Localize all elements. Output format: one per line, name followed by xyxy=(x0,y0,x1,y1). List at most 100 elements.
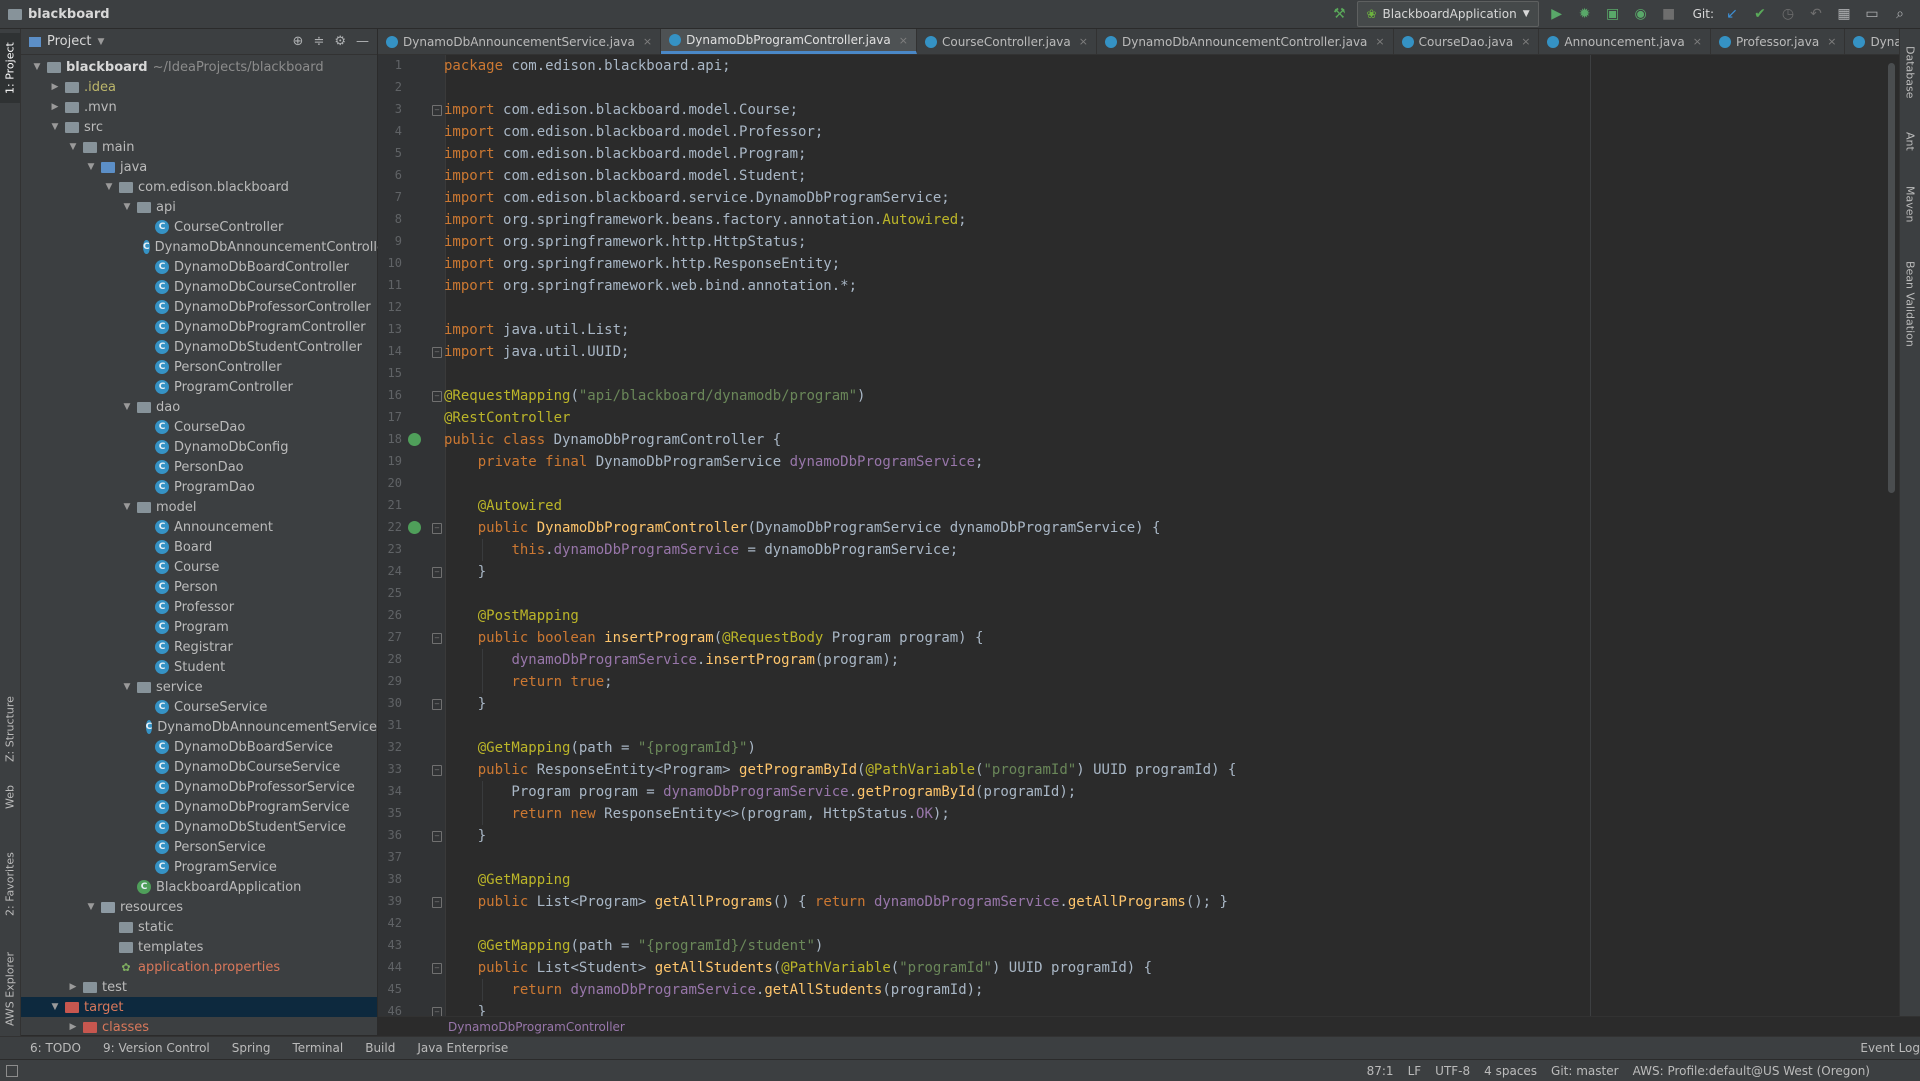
chevron-down-icon[interactable]: ▼ xyxy=(97,37,104,47)
fold-marker-icon[interactable]: − xyxy=(432,105,442,116)
git-commit-icon[interactable]: ✔ xyxy=(1750,4,1770,24)
tree-item[interactable]: ▼ com.edison.blackboard xyxy=(21,177,377,197)
tree-item[interactable]: C Student xyxy=(21,657,377,677)
collapsed-arrow-icon[interactable]: ▶ xyxy=(67,982,79,992)
web-tool-tab[interactable]: Web xyxy=(0,777,20,817)
code-line[interactable]: @GetMapping xyxy=(444,869,571,891)
file-encoding[interactable]: UTF-8 xyxy=(1435,1064,1470,1078)
git-update-icon[interactable]: ↙ xyxy=(1722,4,1742,24)
tree-item[interactable]: C DynamoDbProgramService xyxy=(21,797,377,817)
fold-marker-icon[interactable]: − xyxy=(432,523,442,534)
project-breadcrumb[interactable]: blackboard xyxy=(0,7,110,22)
expanded-arrow-icon[interactable]: ▼ xyxy=(121,202,133,212)
fold-marker-icon[interactable]: − xyxy=(432,567,442,578)
aws-explorer-tool-tab[interactable]: AWS Explorer xyxy=(0,939,20,1039)
tree-item[interactable]: ▶ classes xyxy=(21,1017,377,1037)
gear-icon[interactable]: ⚙ xyxy=(334,34,346,49)
tree-item[interactable]: C ProgramService xyxy=(21,857,377,877)
expanded-arrow-icon[interactable]: ▼ xyxy=(121,502,133,512)
run-icon[interactable]: ▶ xyxy=(1547,4,1567,24)
tree-item[interactable]: C DynamoDbConfig xyxy=(21,437,377,457)
indent-setting[interactable]: 4 spaces xyxy=(1484,1064,1537,1078)
code-line[interactable]: @PostMapping xyxy=(444,605,579,627)
fold-marker-icon[interactable]: − xyxy=(432,391,442,402)
code-line[interactable]: import org.springframework.web.bind.anno… xyxy=(444,275,857,297)
close-icon[interactable]: × xyxy=(1079,35,1088,48)
build-tool-button[interactable]: Build xyxy=(365,1041,395,1055)
tree-item[interactable]: C Course xyxy=(21,557,377,577)
code-line[interactable]: public ResponseEntity<Program> getProgra… xyxy=(444,759,1237,781)
editor-breadcrumb[interactable]: DynamoDbProgramController xyxy=(378,1016,1920,1037)
code-line[interactable]: dynamoDbProgramService.insertProgram(pro… xyxy=(444,649,899,671)
cursor-position[interactable]: 87:1 xyxy=(1367,1064,1394,1078)
expanded-arrow-icon[interactable]: ▼ xyxy=(49,122,61,132)
tree-item[interactable]: C DynamoDbProgramController xyxy=(21,317,377,337)
tree-item[interactable]: C DynamoDbCourseService xyxy=(21,757,377,777)
editor-tab[interactable]: Professor.java × xyxy=(1711,29,1846,54)
editor-tab[interactable]: CourseDao.java × xyxy=(1394,29,1540,54)
git-history-icon[interactable]: ◷ xyxy=(1778,4,1798,24)
project-tool-tab[interactable]: 1: Project xyxy=(0,33,20,103)
tree-item[interactable]: ✿ application.properties xyxy=(21,957,377,977)
tree-item[interactable]: C Program xyxy=(21,617,377,637)
code-line[interactable]: Program program = dynamoDbProgramService… xyxy=(444,781,1076,803)
fold-marker-icon[interactable]: − xyxy=(432,831,442,842)
spring-tool-button[interactable]: Spring xyxy=(232,1041,271,1055)
ant-tool-tab[interactable]: Ant xyxy=(1900,121,1920,161)
tree-item[interactable]: ▼ java xyxy=(21,157,377,177)
code-line[interactable]: } xyxy=(444,693,486,715)
editor-tab[interactable]: DynamoDbAnnouncementService.java × xyxy=(378,29,662,54)
java-enterprise-tool-button[interactable]: Java Enterprise xyxy=(417,1041,508,1055)
bean-validation-tool-tab[interactable]: Bean Validation xyxy=(1900,249,1920,359)
expanded-arrow-icon[interactable]: ▼ xyxy=(31,62,43,72)
maven-tool-tab[interactable]: Maven xyxy=(1900,174,1920,234)
tree-item[interactable]: templates xyxy=(21,937,377,957)
tree-item[interactable]: C CourseService xyxy=(21,697,377,717)
tree-item[interactable]: C DynamoDbBoardController xyxy=(21,257,377,277)
aws-profile[interactable]: AWS: Profile:default@US West (Oregon) xyxy=(1633,1064,1870,1078)
tree-item[interactable]: ▼ target xyxy=(21,997,377,1017)
status-toggle-icon[interactable] xyxy=(6,1064,18,1077)
close-icon[interactable]: × xyxy=(1693,35,1702,48)
tree-item[interactable]: C PersonService xyxy=(21,837,377,857)
code-line[interactable]: package com.edison.blackboard.api; xyxy=(444,55,731,77)
expanded-arrow-icon[interactable]: ▼ xyxy=(121,682,133,692)
code-line[interactable]: return dynamoDbProgramService.getAllStud… xyxy=(444,979,983,1001)
favorites-tool-tab[interactable]: 2: Favorites xyxy=(0,839,20,929)
tree-item[interactable]: C DynamoDbCourseController xyxy=(21,277,377,297)
code-line[interactable]: @Autowired xyxy=(444,495,562,517)
event-log-button[interactable]: Event Log xyxy=(1860,1041,1920,1055)
expanded-arrow-icon[interactable]: ▼ xyxy=(49,1002,61,1012)
tree-item[interactable]: C ProgramDao xyxy=(21,477,377,497)
run-configuration-selector[interactable]: ❀ BlackboardApplication ▼ xyxy=(1357,1,1539,27)
tree-item[interactable]: C CourseDao xyxy=(21,417,377,437)
fold-marker-icon[interactable]: − xyxy=(432,897,442,908)
code-editor[interactable]: 1 2 3 4 5 6 7 8 9 10 11 12 13 14 15 16 17 18 19 20 21 22 23 24 2… xyxy=(378,55,1899,1025)
tree-item[interactable]: ▼ main xyxy=(21,137,377,157)
editor-tab[interactable]: Announcement.java × xyxy=(1539,29,1711,54)
editor-tab[interactable]: CourseController.java × xyxy=(917,29,1097,54)
collapsed-arrow-icon[interactable]: ▶ xyxy=(67,1022,79,1032)
tree-item[interactable]: C DynamoDbAnnouncementController xyxy=(21,237,390,257)
hide-icon[interactable]: — xyxy=(356,34,369,49)
code-line[interactable]: return true; xyxy=(444,671,612,693)
code-line[interactable]: public class DynamoDbProgramController { xyxy=(444,429,781,451)
fold-marker-icon[interactable]: − xyxy=(432,699,442,710)
tree-item[interactable]: C ProgramController xyxy=(21,377,377,397)
code-line[interactable]: import org.springframework.http.Response… xyxy=(444,253,840,275)
code-line[interactable]: import org.springframework.http.HttpStat… xyxy=(444,231,806,253)
editor-tab[interactable]: DynamoDbAnnouncementController.java × xyxy=(1097,29,1394,54)
code-line[interactable]: @GetMapping(path = "{programId}") xyxy=(444,737,756,759)
code-line[interactable]: import com.edison.blackboard.model.Stude… xyxy=(444,165,806,187)
tree-item[interactable]: static xyxy=(21,917,377,937)
tree-item[interactable]: C BlackboardApplication xyxy=(21,877,377,897)
close-icon[interactable]: × xyxy=(1827,35,1836,48)
git-rollback-icon[interactable]: ↶ xyxy=(1806,4,1826,24)
code-line[interactable]: import org.springframework.beans.factory… xyxy=(444,209,967,231)
tree-item[interactable]: ▼ dao xyxy=(21,397,377,417)
code-line[interactable]: @GetMapping(path = "{programId}/student"… xyxy=(444,935,824,957)
editor-tab[interactable]: DynamoDbProgramController.java × xyxy=(661,29,917,54)
tree-item[interactable]: ▼ api xyxy=(21,197,377,217)
profile-icon[interactable]: ◉ xyxy=(1631,4,1651,24)
collapse-all-icon[interactable]: ≑ xyxy=(313,34,324,49)
